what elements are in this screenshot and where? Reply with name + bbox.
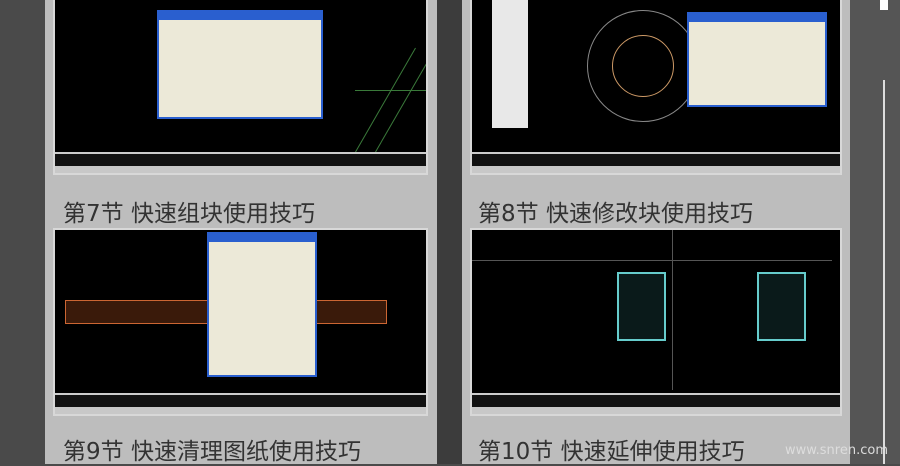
lesson-card-10[interactable]: 第10节 快速延伸使用技巧 [462,228,850,466]
lesson-thumbnail [53,0,428,175]
divider [437,0,462,464]
lesson-title[interactable]: 第10节 快速延伸使用技巧 [478,432,745,466]
lesson-title[interactable]: 第8节 快速修改块使用技巧 [478,194,753,228]
block-dialog [157,10,323,119]
lesson-thumbnail [53,228,428,416]
lesson-title[interactable]: 第9节 快速清理图纸使用技巧 [63,432,361,466]
scroll-line [883,80,885,464]
scroll-thumb[interactable] [880,0,888,10]
lesson-card-9[interactable]: 第9节 快速清理图纸使用技巧 [45,228,437,466]
edit-block-dialog [687,12,827,107]
purge-dialog [207,232,317,377]
lesson-title[interactable]: 第7节 快速组块使用技巧 [63,194,315,228]
lesson-card-7[interactable]: 第7节 快速组块使用技巧 [45,0,437,232]
right-strip [850,0,900,464]
lesson-thumbnail [470,228,842,416]
watermark: www.snren.com [784,443,888,458]
lesson-card-8[interactable]: 第8节 快速修改块使用技巧 [462,0,850,232]
lesson-thumbnail [470,0,842,175]
